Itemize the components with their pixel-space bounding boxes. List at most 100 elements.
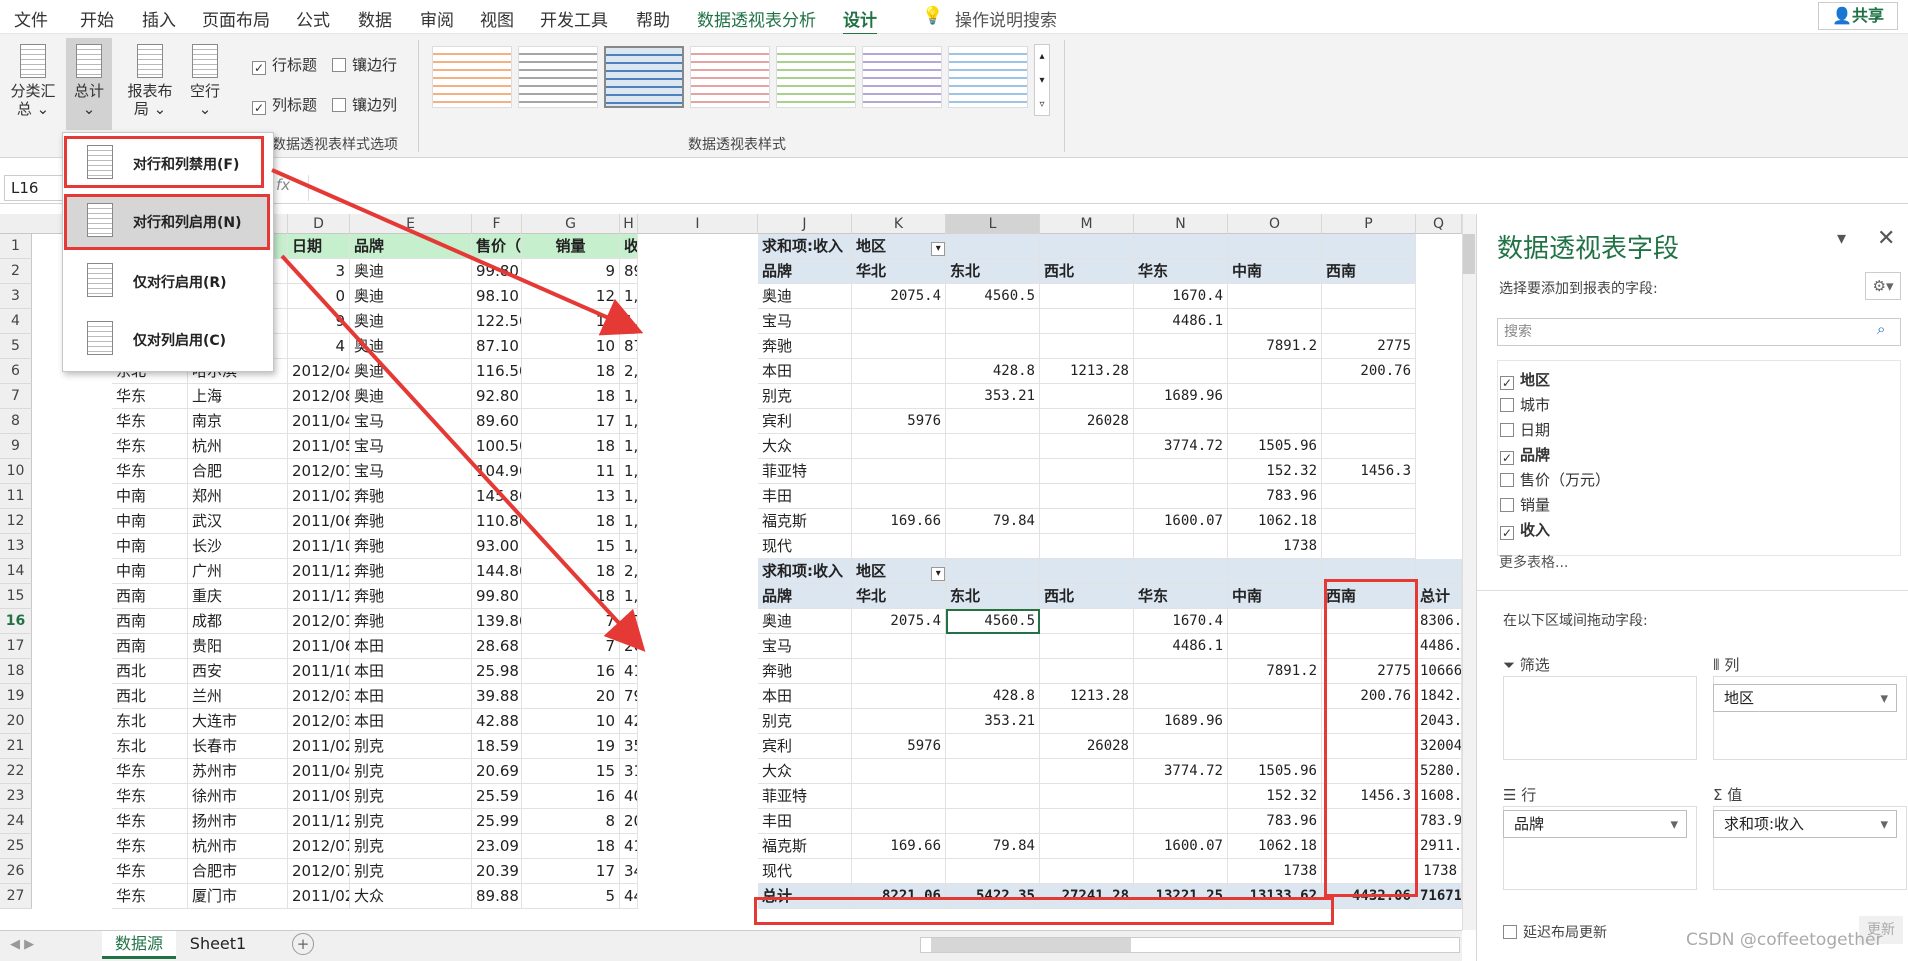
column-header-F[interactable]: F [472, 214, 522, 234]
cell[interactable]: 12 [522, 284, 620, 309]
row-header[interactable]: 12 [0, 509, 32, 534]
cell[interactable]: 奥迪 [758, 284, 852, 309]
cell[interactable] [1416, 559, 1462, 584]
cell[interactable]: 长春市 [188, 734, 288, 759]
row-header[interactable]: 17 [0, 634, 32, 659]
cell[interactable]: 797.60 [620, 684, 638, 709]
cell[interactable]: 978.60 [620, 609, 638, 634]
cell[interactable] [1322, 284, 1416, 309]
cell[interactable] [1040, 484, 1134, 509]
vertical-scrollbar[interactable] [1462, 214, 1476, 930]
cell[interactable]: 18 [522, 384, 620, 409]
tab-file[interactable]: 文件 [14, 6, 48, 31]
cell[interactable]: 现代 [758, 534, 852, 559]
cell[interactable]: 合肥市 [188, 859, 288, 884]
cell[interactable]: 428.8 [946, 684, 1040, 709]
row-header[interactable]: 5 [0, 334, 32, 359]
cell[interactable]: 2011/02/26 [288, 484, 350, 509]
cell[interactable]: 353.21 [946, 709, 1040, 734]
row-header[interactable]: 24 [0, 809, 32, 834]
cell[interactable]: 5976 [852, 734, 946, 759]
cell[interactable]: 2775 [1322, 334, 1416, 359]
row-header[interactable]: 27 [0, 884, 32, 909]
row-header[interactable]: 3 [0, 284, 32, 309]
row-header[interactable]: 15 [0, 584, 32, 609]
cell[interactable] [1228, 684, 1322, 709]
field-checkbox[interactable]: 售价（万元） [1500, 469, 1610, 490]
cell[interactable]: 4560.5 [946, 284, 1040, 309]
cell[interactable] [1228, 409, 1322, 434]
column-header-G[interactable]: G [522, 214, 620, 234]
cell[interactable]: 品牌 ▾ [758, 259, 852, 284]
cell[interactable]: 20 [522, 684, 620, 709]
cell[interactable]: 93.00 [472, 534, 522, 559]
cell[interactable]: 徐州市 [188, 784, 288, 809]
cell[interactable]: 1062.18 [1228, 509, 1322, 534]
cell[interactable]: 西北 [112, 659, 188, 684]
cell[interactable]: 1213.28 [1040, 684, 1134, 709]
cell[interactable]: 89.60 [472, 409, 522, 434]
cell[interactable]: 华东 [112, 459, 188, 484]
cell[interactable]: 奔驰 [350, 609, 472, 634]
row-header[interactable]: 23 [0, 784, 32, 809]
cell[interactable]: 西北 [1040, 259, 1134, 284]
cell[interactable]: 本田 [758, 684, 852, 709]
cell[interactable]: 销量 [522, 234, 620, 259]
cell[interactable]: 大众 [350, 884, 472, 909]
cell[interactable]: 116.50 [472, 359, 522, 384]
cell[interactable] [852, 309, 946, 334]
cell[interactable]: 丰田 [758, 484, 852, 509]
cell[interactable]: 346.63 [620, 859, 638, 884]
cell[interactable]: 奔驰 [758, 659, 852, 684]
cell[interactable]: 2011/04/16 [288, 759, 350, 784]
cell[interactable]: 18 [522, 834, 620, 859]
cell[interactable]: 别克 [350, 809, 472, 834]
cell[interactable]: 地区 ▾ [852, 559, 946, 584]
cell[interactable]: 3 [288, 259, 350, 284]
cell[interactable]: 25.59 [472, 784, 522, 809]
tab-developer[interactable]: 开发工具 [540, 6, 608, 31]
tell-me-search[interactable]: 操作说明搜索 [955, 6, 1057, 31]
cell[interactable]: 华东 [112, 384, 188, 409]
cell[interactable] [946, 559, 1040, 584]
more-tables-link[interactable]: 更多表格... [1499, 552, 1568, 572]
row-header[interactable]: 8 [0, 409, 32, 434]
cell[interactable]: 2011/09/11 [288, 784, 350, 809]
cell[interactable] [1040, 809, 1134, 834]
cell[interactable]: 2075.4 [852, 284, 946, 309]
column-header-O[interactable]: O [1228, 214, 1322, 234]
cell[interactable]: 贵阳 [188, 634, 288, 659]
cell[interactable]: 0 [288, 284, 350, 309]
tab-sheet-datasource[interactable]: 数据源 [102, 931, 176, 959]
pivot-style-orange[interactable] [432, 46, 512, 108]
cell[interactable] [1228, 284, 1322, 309]
cell[interactable]: 42.88 [472, 709, 522, 734]
cell[interactable] [1322, 309, 1416, 334]
cell[interactable]: 2012/07/29 [288, 859, 350, 884]
cell[interactable]: 西南 [112, 609, 188, 634]
cell[interactable]: 87.10 [472, 334, 522, 359]
row-header[interactable]: 6 [0, 359, 32, 384]
cell[interactable]: 别克 [758, 709, 852, 734]
column-header-Q[interactable]: Q [1416, 214, 1462, 234]
cell[interactable]: 华东 [112, 834, 188, 859]
field-checkbox[interactable]: 城市 [1500, 394, 1550, 415]
cell[interactable]: 3774.72 [1134, 434, 1228, 459]
cell[interactable]: 449.40 [620, 884, 638, 909]
cell[interactable]: 宝马 [758, 634, 852, 659]
cell[interactable]: 25.98 [472, 659, 522, 684]
cell[interactable]: 98.10 [472, 284, 522, 309]
cell[interactable] [1040, 509, 1134, 534]
cell[interactable]: 合肥 [188, 459, 288, 484]
cell[interactable]: 中南 [112, 559, 188, 584]
cell[interactable] [1040, 609, 1134, 634]
cell[interactable]: 2011/12/15 [288, 584, 350, 609]
cell[interactable]: 福克斯 [758, 834, 852, 859]
cell[interactable] [1040, 759, 1134, 784]
cell[interactable]: 871.00 [620, 334, 638, 359]
cell[interactable]: 4486.1 [1134, 634, 1228, 659]
cell[interactable]: 西北 [1040, 584, 1134, 609]
cell[interactable] [1322, 484, 1416, 509]
cell[interactable]: 2011/06/10 [288, 509, 350, 534]
cell[interactable]: 1600.07 [1134, 509, 1228, 534]
